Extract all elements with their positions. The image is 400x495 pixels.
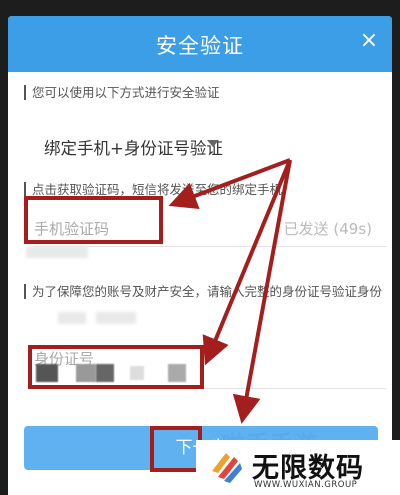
verify-method-select[interactable]: 绑定手机+身份证号验证 [44,135,223,159]
close-icon[interactable]: × [358,30,380,52]
dialog-header: 安全验证 × [8,16,392,72]
blurred-region [26,246,88,258]
highlight-box-id [28,345,204,389]
brand-logo-icon [212,453,242,483]
security-verification-dialog: 安全验证 × 您可以使用以下方式进行安全验证 绑定手机+身份证号验证 点击获取验… [8,16,392,495]
highlight-box-sms [24,196,163,244]
id-instruction-label: 为了保障您的账号及财产安全，请输入完整的身份证号验证身份 [24,284,382,299]
sms-sent-countdown: 已发送 (49s) [283,220,372,238]
methods-intro-label: 您可以使用以下方式进行安全验证 [24,85,220,100]
highlight-box-button [150,426,202,472]
blurred-region [96,312,136,324]
chevron-down-icon[interactable] [207,140,219,147]
dialog-title: 安全验证 [156,34,244,58]
blurred-region [58,312,86,324]
brand-url: WWW.WUXIAN.GROUP [254,480,358,490]
sms-instruction-label: 点击获取验证码，短信将发送至您的绑定手机 [24,182,282,197]
phone-screen: 安全验证 × 您可以使用以下方式进行安全验证 绑定手机+身份证号验证 点击获取验… [0,0,400,495]
